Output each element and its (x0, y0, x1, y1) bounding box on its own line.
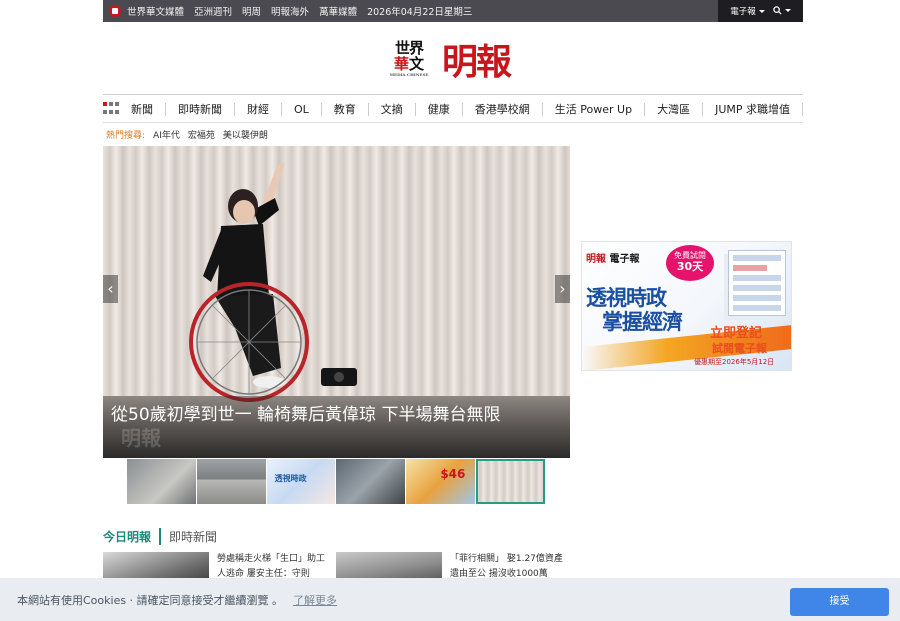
ad-brand-red: 明報 (586, 254, 606, 265)
nav-divider (103, 94, 803, 95)
logo-red-char: 華 (393, 55, 409, 73)
ad-badge-line2: 30天 (676, 260, 704, 273)
slide-headline[interactable]: 從50歲初學到世一 輪椅舞后黃偉琼 下半場舞台無限 (111, 400, 500, 425)
topbar-tools: 電子報 (718, 0, 803, 22)
cookie-message: 本網站有使用Cookies · 請確定同意接受才繼續瀏覽 。 (17, 593, 284, 607)
slide-watermark: 明報 (121, 426, 161, 450)
epaper-dropdown[interactable]: 電子報 (730, 5, 765, 17)
chevron-down-icon (758, 10, 765, 13)
topbar-link-mingweekly[interactable]: 明周 (242, 4, 261, 18)
topbar-link-overseas[interactable]: 明報海外 (271, 4, 309, 18)
slider-thumbnail-active[interactable] (476, 459, 545, 504)
nav-item-jump[interactable]: JUMP 求職增值 (703, 102, 804, 116)
cookie-learn-more-link[interactable]: 了解更多 (293, 592, 337, 608)
nav-item-finance[interactable]: 財經 (235, 102, 282, 116)
thumbnail-text: $46 (440, 467, 466, 481)
ad-device-screenshot (728, 250, 786, 316)
search-icon (773, 6, 782, 15)
nav-item-ol[interactable]: OL (282, 102, 322, 116)
hot-keyword[interactable]: 宏福苑 (188, 128, 215, 141)
epaper-label: 電子報 (730, 7, 756, 17)
mingpao-logo: 明報 (442, 41, 512, 83)
hot-search: 熱門搜尋: AI年代 宏福苑 美以襲伊朗 (106, 127, 276, 141)
logo-line-2: 華文 (394, 56, 424, 72)
slider-thumbnail[interactable]: 透視時政 (266, 459, 336, 504)
tab-today-mingpao[interactable]: 今日明報 (103, 527, 162, 545)
hot-search-label: 熱門搜尋: (106, 130, 146, 141)
ad-trial-badge: 免費試閱 30天 (666, 245, 714, 281)
page: 世界華文媒體 亞洲週刊 明周 明報海外 萬華媒體 2026年04月22日星期三 … (0, 0, 900, 621)
epaper-ad-banner[interactable]: 明報 電子報 免費試閱 30天 透視時政 掌握經濟 立即登記 試閱電子報 優惠期至… (581, 241, 792, 371)
topbar-date: 2026年04月22日星期三 (367, 7, 473, 18)
slider-thumbnail[interactable] (336, 459, 406, 504)
ad-note: 優惠期至2026年5月12日 (694, 358, 775, 366)
topbar-link-asiaweek[interactable]: 亞洲週刊 (194, 4, 232, 18)
top-bar: 世界華文媒體 亞洲週刊 明周 明報海外 萬華媒體 2026年04月22日星期三 … (103, 0, 803, 22)
news-tabs: 今日明報 即時新聞 (103, 526, 225, 546)
slider-thumbnail[interactable] (127, 459, 196, 504)
slider-thumbnail[interactable] (196, 459, 266, 504)
slider-thumbnails: 透視時政 $46 (127, 459, 545, 504)
nav-item-health[interactable]: 健康 (416, 102, 463, 116)
logo-line-1: 世界 (394, 39, 424, 57)
hot-keyword[interactable]: 美以襲伊朗 (223, 128, 268, 141)
ad-badge-line1: 免費試閱 (674, 251, 706, 260)
ad-brand: 明報 電子報 (586, 250, 639, 265)
hot-keyword[interactable]: AI年代 (153, 128, 180, 141)
nav-item-digest[interactable]: 文摘 (369, 102, 416, 116)
masthead[interactable]: 世界 華文 MEDIA CHINESE 明報 (388, 30, 523, 88)
nav-item-education[interactable]: 教育 (322, 102, 369, 116)
nav-item-instant[interactable]: 即時新聞 (166, 102, 235, 116)
grid-menu-icon[interactable] (103, 102, 119, 116)
ad-cta-register: 立即登記 (710, 326, 763, 341)
group-logo-icon[interactable] (109, 5, 121, 17)
nav-item-news[interactable]: 新聞 (129, 102, 166, 116)
media-chinese-logo: 世界 華文 MEDIA CHINESE (388, 33, 430, 85)
search-dropdown[interactable] (773, 6, 791, 16)
thumbnail-text: 透視時政 (274, 474, 307, 483)
ad-headline-2: 掌握經濟 (602, 309, 683, 334)
logo-small-text: MEDIA CHINESE (389, 72, 429, 77)
nav-item-gba[interactable]: 大灣區 (645, 102, 704, 116)
chevron-down-icon (784, 9, 791, 12)
main-nav: 新聞 即時新聞 財經 OL 教育 文摘 健康 香港學校網 生活 Power Up… (103, 96, 804, 123)
ad-cta-trial: 試閱電子報 (712, 342, 767, 355)
ad-brand-black: 電子報 (606, 254, 640, 265)
logo-black-char: 文 (409, 55, 425, 73)
slider-thumbnail[interactable]: $46 (406, 459, 476, 504)
cookie-accept-button[interactable]: 接受 (790, 588, 889, 616)
slider-next-arrow[interactable]: › (555, 275, 570, 303)
topbar-link-onemedia[interactable]: 萬華媒體 (319, 4, 357, 18)
tab-instant-news[interactable]: 即時新聞 (161, 528, 225, 545)
nav-item-schools[interactable]: 香港學校網 (463, 102, 543, 116)
slider-prev-arrow[interactable]: ‹ (103, 275, 118, 303)
nav-item-powerup[interactable]: 生活 Power Up (543, 102, 646, 116)
cookie-consent-bar: 本網站有使用Cookies · 請確定同意接受才繼續瀏覽 。 了解更多 接受 (0, 578, 900, 621)
headline-slider[interactable]: 明報 從50歲初學到世一 輪椅舞后黃偉琼 下半場舞台無限 ‹ › (103, 146, 570, 458)
topbar-link-world-media[interactable]: 世界華文媒體 (127, 4, 184, 18)
